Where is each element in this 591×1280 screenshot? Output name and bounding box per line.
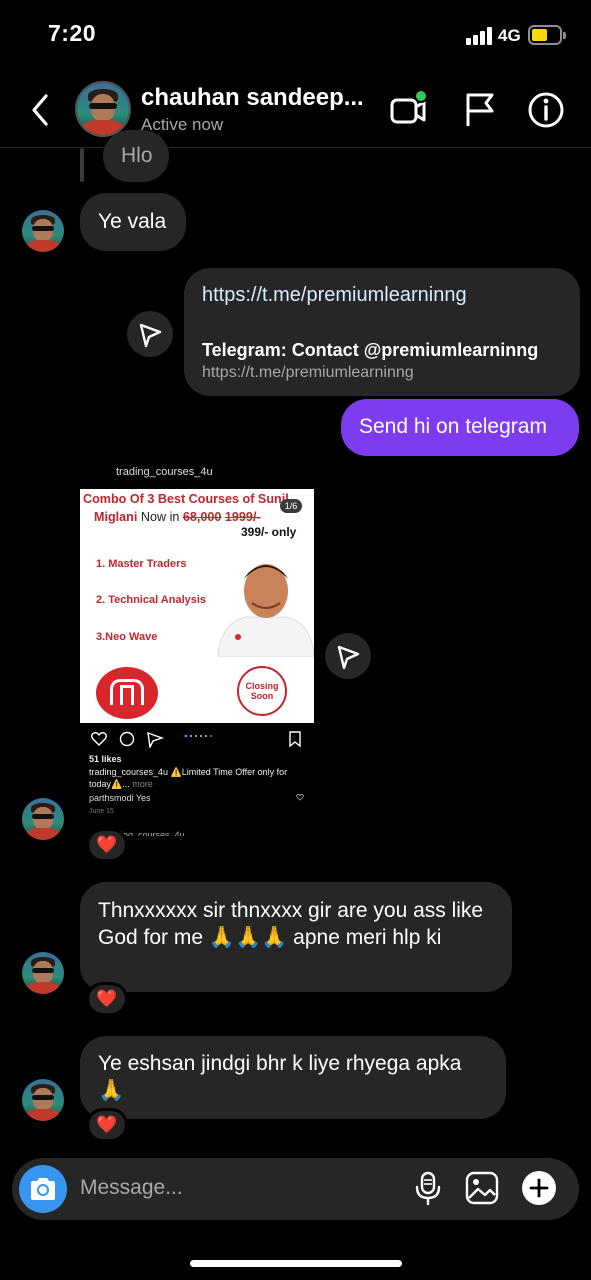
brand-logo <box>96 667 158 719</box>
post-username: trading_courses_4u <box>116 466 213 478</box>
message-composer: Message... <box>12 1158 579 1220</box>
flag-icon[interactable] <box>460 90 500 130</box>
post-likes: 51 likes <box>89 754 122 764</box>
share-button[interactable] <box>325 633 371 679</box>
contact-name[interactable]: chauhan sandeep... <box>141 84 364 112</box>
share-button[interactable] <box>127 311 173 357</box>
chat-header: chauhan sandeep... Active now <box>0 72 591 148</box>
message-text: Ye eshsan jindgi bhr k liye rhyega apka … <box>98 1052 462 1102</box>
post-date: June 15 <box>89 808 114 815</box>
message-bubble[interactable]: Ye vala <box>80 193 186 251</box>
post-title-line1: Combo Of 3 Best Courses of Sunil <box>83 492 289 506</box>
post-comment: parthsmodi Yes <box>89 793 151 803</box>
carousel-page-badge: 1/6 <box>280 499 302 513</box>
plus-icon[interactable] <box>521 1170 557 1206</box>
message-text: Send hi on telegram <box>359 415 547 438</box>
link-title: Telegram: Contact @premiumlearninng <box>202 340 539 360</box>
heart-reaction[interactable]: ❤️ <box>86 1108 128 1142</box>
post-emoji: 😱😨 <box>180 528 201 539</box>
video-call-icon[interactable] <box>388 90 428 130</box>
sender-avatar[interactable] <box>22 1079 64 1121</box>
presenter-photo <box>217 564 314 657</box>
heart-reaction[interactable]: ❤️ <box>86 828 128 862</box>
heart-icon <box>91 732 107 746</box>
link-url[interactable]: https://t.me/premiumlearninng <box>202 284 467 307</box>
message-bubble[interactable]: Ye eshsan jindgi bhr k liye rhyega apka … <box>80 1036 506 1119</box>
bookmark-icon <box>289 731 301 748</box>
post-next-user: ding_courses_4u <box>116 830 185 836</box>
message-input[interactable]: Message... <box>80 1176 183 1200</box>
reply-indicator <box>80 148 84 182</box>
camera-button[interactable] <box>19 1165 67 1213</box>
closing-soon-stamp: Closing Soon <box>237 666 287 716</box>
sender-avatar[interactable] <box>22 798 64 840</box>
message-bubble[interactable]: Thnxxxxxx sir thnxxxx gir are you ass li… <box>80 882 512 992</box>
post-course-item: 1. Master Traders <box>96 558 187 570</box>
online-dot <box>414 90 428 103</box>
home-indicator[interactable] <box>190 1260 402 1267</box>
status-bar: 7:20 4G <box>0 0 591 72</box>
microphone-icon[interactable] <box>410 1170 446 1206</box>
post-course-item: 3.Neo Wave <box>96 631 158 643</box>
shared-post-image[interactable]: Combo Of 3 Best Courses of Sunil Miglani… <box>80 489 314 723</box>
comment-heart-icon <box>296 794 304 801</box>
post-course-item: 2. Technical Analysis <box>96 594 207 606</box>
battery-icon <box>528 25 566 45</box>
shared-post-header[interactable]: trading_courses_4u <box>80 466 314 490</box>
message-text: Ye vala <box>98 210 167 233</box>
post-caption: trading_courses_4u ⚠️Limited Time Offer … <box>89 767 288 789</box>
back-chevron-icon[interactable] <box>26 90 54 130</box>
shared-post-meta[interactable]: 51 likes trading_courses_4u ⚠️Limited Ti… <box>80 724 314 836</box>
sender-avatar[interactable] <box>22 952 64 994</box>
heart-reaction[interactable]: ❤️ <box>86 982 128 1016</box>
post-action-icons <box>91 731 301 748</box>
post-title-line2: Miglani Now in 68,000 1999/- <box>94 510 261 524</box>
post-price: 399/- only <box>241 525 297 539</box>
message-bubble-outgoing[interactable]: Send hi on telegram <box>341 399 579 456</box>
sender-avatar[interactable] <box>22 210 64 252</box>
send-arrow-icon <box>337 645 360 670</box>
network-type: 4G <box>498 26 521 45</box>
status-time: 7:20 <box>48 20 97 46</box>
info-icon[interactable] <box>526 90 566 130</box>
link-preview-bubble[interactable]: https://t.me/premiumlearninng Telegram: … <box>184 268 580 396</box>
send-arrow-icon <box>139 323 162 348</box>
comment-icon <box>119 731 135 747</box>
message-bubble[interactable]: Hlo <box>103 130 169 182</box>
gallery-icon[interactable] <box>464 1170 500 1206</box>
message-text: Thnxxxxxx sir thnxxxx gir are you ass li… <box>98 899 484 949</box>
link-subtitle: https://t.me/premiumlearninng <box>202 364 414 381</box>
message-text: Hlo <box>121 144 153 167</box>
share-icon <box>147 731 165 748</box>
cellular-signal-icon <box>466 27 494 45</box>
contact-avatar[interactable] <box>75 81 131 137</box>
camera-icon <box>31 1178 55 1200</box>
